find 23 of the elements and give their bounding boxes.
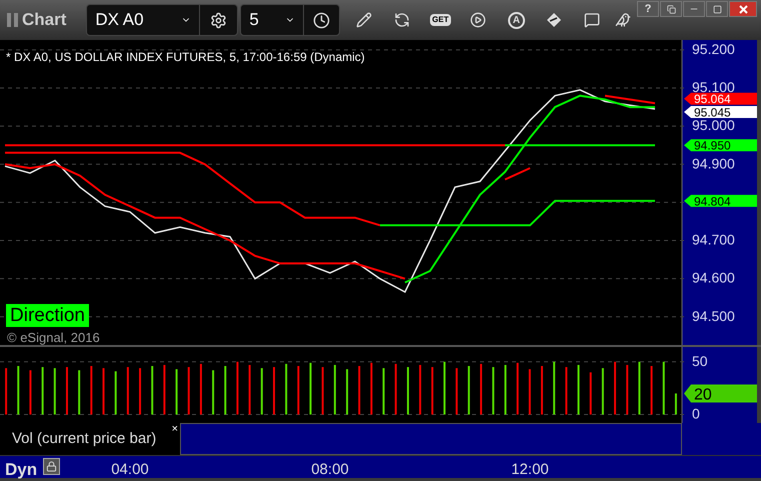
help-button[interactable]: ? bbox=[637, 1, 659, 17]
axis-label: 95.200 bbox=[692, 40, 735, 57]
time-label: 08:00 bbox=[310, 460, 350, 480]
chart-title: * DX A0, US DOLLAR INDEX FUTURES, 5, 17:00-16:59 (Dynamic) bbox=[6, 49, 365, 66]
mode-label: Dyn bbox=[5, 459, 38, 481]
axis-label: 94.500 bbox=[692, 308, 735, 324]
indicator-label: Vol (current price bar) bbox=[12, 428, 156, 449]
window-title: Chart bbox=[22, 9, 66, 32]
time-label: 04:00 bbox=[110, 460, 150, 480]
axis-label: 0 bbox=[692, 406, 700, 422]
close-button[interactable]: × bbox=[172, 424, 178, 435]
get-button[interactable]: GET bbox=[422, 5, 458, 35]
axis-label: 94.900 bbox=[692, 155, 735, 172]
value-tag: 94.950 bbox=[684, 138, 757, 153]
axis-label: 95.000 bbox=[692, 117, 735, 134]
value-tag: 95.045 bbox=[684, 105, 757, 120]
direction-label: Direction bbox=[6, 304, 89, 327]
copyright-text: © eSignal, 2016 bbox=[7, 329, 100, 347]
axis-label: 94.700 bbox=[692, 232, 735, 248]
axis-label: 50 bbox=[692, 352, 708, 369]
time-label: 12:00 bbox=[510, 460, 550, 480]
alert-button[interactable]: A bbox=[498, 5, 534, 35]
axis-label: 94.600 bbox=[692, 270, 735, 286]
